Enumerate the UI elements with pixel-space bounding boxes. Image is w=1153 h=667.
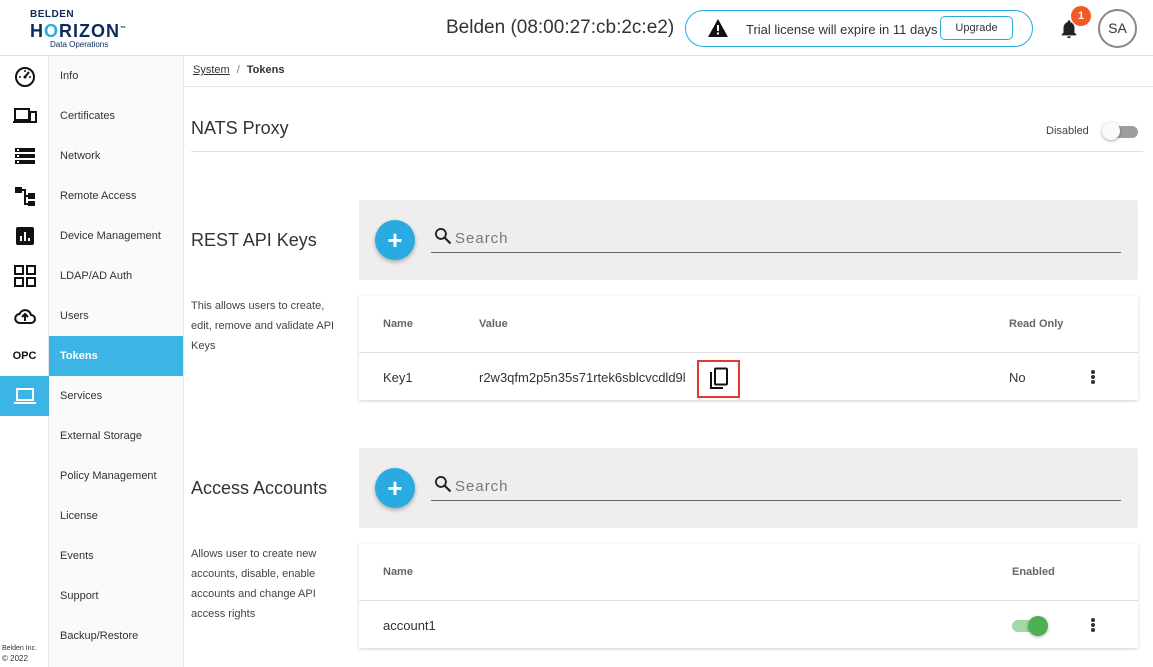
column-header-enabled: Enabled (1012, 566, 1055, 578)
add-account-button[interactable]: + (375, 468, 415, 508)
trial-license-text: Trial license will expire in 11 days (746, 22, 938, 37)
subnav-item-license[interactable]: License (49, 496, 183, 536)
rest-api-search (431, 222, 1121, 253)
subnav-item-info[interactable]: Info (49, 56, 183, 96)
system-subnav: Info Certificates Network Remote Access … (49, 56, 184, 667)
breadcrumb-system-link[interactable]: System (193, 64, 230, 76)
table-header-divider (359, 600, 1138, 601)
cloud-upload-icon (13, 309, 36, 324)
search-icon (435, 228, 452, 245)
rest-api-search-input[interactable] (455, 227, 1095, 249)
subnav-item-services[interactable]: Services (49, 376, 183, 416)
list-icon (14, 148, 35, 164)
access-accounts-description: Allows user to create new accounts, disa… (191, 548, 317, 620)
rest-api-search-panel: + (359, 200, 1138, 280)
rail-system[interactable] (0, 376, 49, 416)
breadcrumb-current: Tokens (246, 64, 285, 76)
copy-icon (709, 367, 728, 389)
subnav-item-network[interactable]: Network (49, 136, 183, 176)
breadcrumb-divider (184, 86, 1153, 87)
icon-rail: OPC Belden Inc. © 2022 (0, 56, 49, 667)
subnav-item-users[interactable]: Users (49, 296, 183, 336)
devices-icon (12, 108, 37, 123)
rail-apps[interactable] (0, 256, 49, 296)
table-header-divider (359, 352, 1138, 353)
subnav-item-external-storage[interactable]: External Storage (49, 416, 183, 456)
hierarchy-icon (14, 187, 35, 206)
rest-api-keys-title: REST API Keys (191, 230, 317, 250)
breadcrumb: System / Tokens (193, 64, 284, 76)
api-key-row-menu[interactable] (1086, 367, 1100, 387)
logo-tagline: Data Operations (50, 40, 109, 49)
subnav-item-certificates[interactable]: Certificates (49, 96, 183, 136)
copy-api-key-button[interactable] (697, 360, 740, 398)
opc-icon: OPC (12, 350, 37, 362)
account-row-menu[interactable] (1086, 615, 1100, 635)
subnav-item-ldap-ad-auth[interactable]: LDAP/AD Auth (49, 256, 183, 296)
access-accounts-search-panel: + (359, 448, 1138, 528)
nats-proxy-status: Disabled (1046, 125, 1089, 137)
rail-dashboard[interactable] (0, 56, 49, 96)
logo-product: HORIZON™ (30, 21, 128, 41)
account-name: account1 (383, 618, 436, 633)
subnav-item-backup-restore[interactable]: Backup/Restore (49, 616, 183, 656)
nats-proxy-title: NATS Proxy (191, 118, 289, 138)
rail-cloud[interactable] (0, 296, 49, 336)
rail-opc[interactable]: OPC (0, 336, 49, 376)
column-header-value: Value (479, 318, 508, 330)
rail-analytics[interactable] (0, 216, 49, 256)
dashboard-icon (14, 67, 35, 87)
top-header: BELDEN HORIZON™ Data Operations Belden (… (0, 0, 1153, 56)
api-keys-table: Name Value Read Only Key1 r2w3qfm2p5n35s… (359, 296, 1138, 400)
user-avatar[interactable]: SA (1098, 9, 1137, 48)
subnav-item-device-management[interactable]: Device Management (49, 216, 183, 256)
column-header-read-only: Read Only (1009, 318, 1064, 330)
laptop-icon (13, 388, 36, 404)
subnav-item-remote-access[interactable]: Remote Access (49, 176, 183, 216)
copyright-footer: Belden Inc. © 2022 (2, 645, 38, 663)
access-accounts-search (431, 470, 1121, 501)
access-accounts-table: Name Enabled account1 (359, 544, 1138, 648)
rail-list[interactable] (0, 136, 49, 176)
column-header-name: Name (383, 318, 413, 330)
apps-icon (13, 265, 36, 287)
add-api-key-button[interactable]: + (375, 220, 415, 260)
api-key-value: r2w3qfm2p5n35s71rtek6sblcvcdld9l (479, 370, 686, 385)
rail-devices[interactable] (0, 96, 49, 136)
trial-license-banner: Trial license will expire in 11 days Upg… (685, 10, 1033, 47)
notification-badge: 1 (1071, 6, 1091, 26)
access-accounts-title: Access Accounts (191, 478, 328, 498)
api-key-name: Key1 (383, 370, 413, 385)
subnav-item-events[interactable]: Events (49, 536, 183, 576)
column-header-name: Name (383, 566, 413, 578)
subnav-item-tokens[interactable]: Tokens (49, 336, 183, 376)
nats-proxy-toggle[interactable] (1102, 122, 1138, 140)
subnav-item-support[interactable]: Support (49, 576, 183, 616)
rest-api-keys-description: This allows users to create, edit, remov… (191, 300, 335, 352)
search-icon (435, 476, 452, 493)
rail-hierarchy[interactable] (0, 176, 49, 216)
warning-icon (708, 19, 728, 37)
belden-horizon-logo[interactable]: BELDEN HORIZON™ Data Operations (30, 9, 128, 49)
access-accounts-search-input[interactable] (455, 475, 1095, 497)
subnav-item-policy-management[interactable]: Policy Management (49, 456, 183, 496)
chart-icon (15, 227, 34, 245)
nats-divider (191, 151, 1143, 152)
logo-brand: BELDEN (30, 9, 75, 20)
upgrade-button[interactable]: Upgrade (940, 16, 1013, 40)
account-enabled-toggle[interactable] (1012, 616, 1048, 636)
device-title: Belden (08:00:27:cb:2c:e2) (446, 17, 675, 38)
api-key-read-only: No (1009, 370, 1026, 385)
breadcrumb-separator: / (236, 64, 240, 76)
